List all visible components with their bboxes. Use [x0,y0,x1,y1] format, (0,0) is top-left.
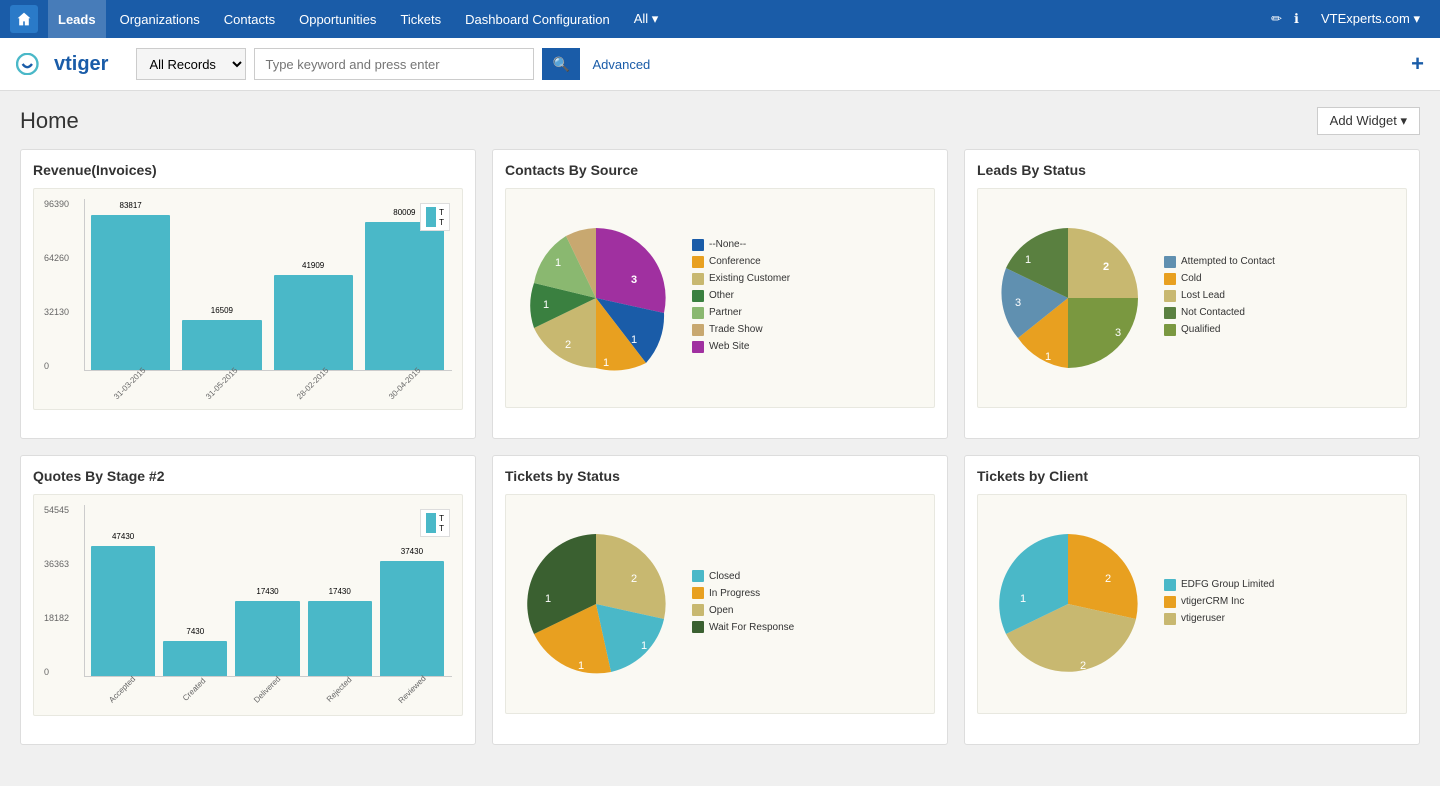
svg-text:2: 2 [1103,261,1109,273]
nav-tickets[interactable]: Tickets [390,0,451,38]
widget-tickets-client-inner: 2 2 1 EDFG Group Limited vtigerCRM Inc v… [977,494,1407,714]
search-icon: 🔍 [553,56,570,72]
svg-text:1: 1 [578,660,584,672]
user-menu[interactable]: VTExperts.com ▾ [1311,0,1430,38]
search-scope-select[interactable]: All Records [136,48,246,80]
advanced-search-link[interactable]: Advanced [592,57,650,72]
info-icon[interactable]: ℹ [1294,11,1299,27]
svg-text:1: 1 [1045,351,1051,363]
main-content: Home Add Widget ▾ Revenue(Invoices) 0 32… [0,91,1440,786]
tickets-client-pie-chart: 2 2 1 [988,524,1148,684]
nav-all[interactable]: All ▾ [624,0,669,38]
contacts-pie-container: 3 1 1 2 1 1 --None-- Conference Existing… [516,218,924,378]
vtiger-logo-icon [16,53,48,75]
nav-contacts[interactable]: Contacts [214,0,285,38]
svg-text:1: 1 [631,334,637,346]
nav-opportunities[interactable]: Opportunities [289,0,386,38]
search-button[interactable]: 🔍 [542,48,580,80]
svg-text:1: 1 [1025,254,1031,266]
search-bar: vtiger All Records 🔍 Advanced + [0,38,1440,91]
svg-text:1: 1 [555,257,561,269]
widget-quotes-stage: Quotes By Stage #2 0 18182 36363 54545 [20,455,476,745]
widget-leads-status-inner: 2 3 1 3 1 Attempted to Contact Cold Lost… [977,188,1407,408]
contacts-pie-legend: --None-- Conference Existing Customer Ot… [692,239,790,358]
widget-contacts-source-inner: 3 1 1 2 1 1 --None-- Conference Existing… [505,188,935,408]
widget-tickets-client-title: Tickets by Client [977,468,1407,484]
nav-organizations[interactable]: Organizations [110,0,210,38]
svg-text:2: 2 [1080,660,1086,672]
widget-leads-status: Leads By Status [964,149,1420,439]
add-widget-button[interactable]: Add Widget ▾ [1317,107,1420,135]
page-header: Home Add Widget ▾ [20,107,1420,135]
tickets-client-pie-legend: EDFG Group Limited vtigerCRM Inc vtigeru… [1164,579,1274,630]
svg-text:1: 1 [603,357,609,369]
top-navigation: Leads Organizations Contacts Opportuniti… [0,0,1440,38]
svg-text:2: 2 [631,573,637,585]
svg-text:3: 3 [1015,297,1021,309]
leads-pie-legend: Attempted to Contact Cold Lost Lead Not … [1164,256,1275,341]
svg-text:3: 3 [1115,327,1121,339]
page-title: Home [20,108,79,134]
pencil-icon[interactable]: ✏ [1271,11,1282,27]
widget-tickets-status: Tickets by Status 2 1 [492,455,948,745]
widget-leads-status-title: Leads By Status [977,162,1407,178]
nav-right-area: ✏ ℹ VTExperts.com ▾ [1271,0,1430,38]
widget-revenue-inner: 0 32130 64260 96390 83817 [33,188,463,410]
widget-revenue-title: Revenue(Invoices) [33,162,463,178]
widget-contacts-source-title: Contacts By Source [505,162,935,178]
widget-tickets-client: Tickets by Client 2 2 1 [964,455,1420,745]
tickets-status-pie-legend: Closed In Progress Open Wait For Respons… [692,570,794,638]
tickets-client-pie-container: 2 2 1 EDFG Group Limited vtigerCRM Inc v… [988,524,1396,684]
add-button[interactable]: + [1411,51,1424,77]
svg-text:1: 1 [545,593,551,605]
tickets-status-pie-container: 2 1 1 1 Closed In Progress Open Wait For… [516,524,924,684]
svg-text:1: 1 [641,640,647,652]
svg-text:2: 2 [1105,573,1111,585]
nav-leads[interactable]: Leads [48,0,106,38]
widget-tickets-status-title: Tickets by Status [505,468,935,484]
search-input[interactable] [254,48,534,80]
leads-pie-chart: 2 3 1 3 1 [988,218,1148,378]
widget-tickets-status-inner: 2 1 1 1 Closed In Progress Open Wait For… [505,494,935,714]
widget-quotes-stage-title: Quotes By Stage #2 [33,468,463,484]
svg-text:1: 1 [543,299,549,311]
nav-dashboard-config[interactable]: Dashboard Configuration [455,0,620,38]
widget-quotes-stage-inner: 0 18182 36363 54545 47430 [33,494,463,716]
svg-text:3: 3 [631,274,637,286]
svg-text:1: 1 [1020,593,1026,605]
home-icon[interactable] [10,5,38,33]
logo: vtiger [16,53,108,76]
dashboard-grid: Revenue(Invoices) 0 32130 64260 96390 [20,149,1420,745]
widget-revenue: Revenue(Invoices) 0 32130 64260 96390 [20,149,476,439]
contacts-pie-chart: 3 1 1 2 1 1 [516,218,676,378]
logo-text: vtiger [54,53,108,76]
leads-pie-container: 2 3 1 3 1 Attempted to Contact Cold Lost… [988,218,1396,378]
svg-text:2: 2 [565,339,571,351]
widget-contacts-source: Contacts By Source [492,149,948,439]
tickets-status-pie-chart: 2 1 1 1 [516,524,676,684]
